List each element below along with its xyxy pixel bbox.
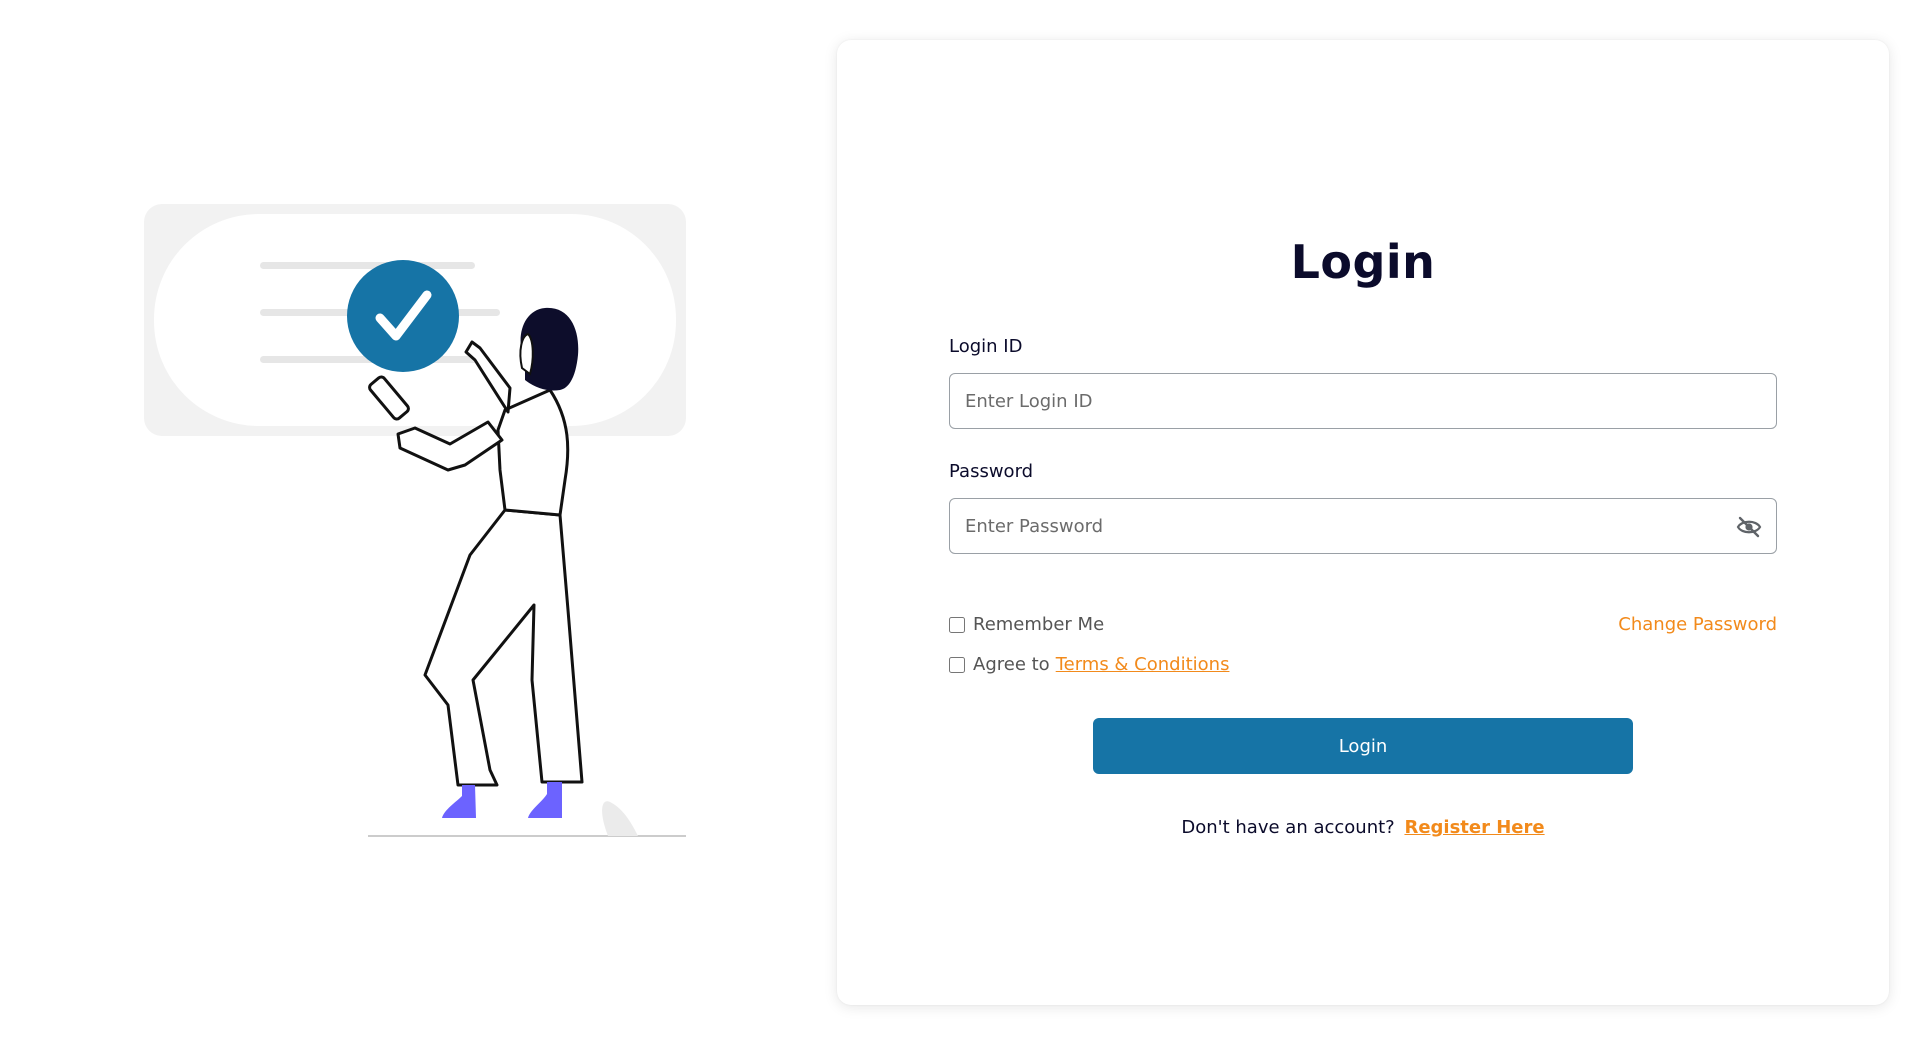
page-title: Login — [1290, 235, 1436, 289]
login-card: Login Login ID Password Remember Me Chan… — [837, 40, 1889, 1005]
terms-and-conditions-link[interactable]: Terms & Conditions — [1056, 654, 1230, 675]
eye-off-icon[interactable] — [1736, 515, 1762, 539]
password-label: Password — [949, 461, 1034, 482]
login-illustration — [130, 190, 700, 850]
password-input[interactable] — [950, 499, 1776, 553]
agree-terms-checkbox[interactable] — [949, 656, 965, 673]
password-field-wrapper — [949, 498, 1777, 554]
register-prompt-text: Don't have an account? — [1181, 817, 1395, 838]
remember-me-label: Remember Me — [973, 614, 1105, 635]
login-id-label: Login ID — [949, 336, 1023, 357]
register-prompt: Don't have an account? Register Here — [837, 817, 1889, 838]
login-id-input[interactable] — [950, 374, 1776, 428]
terms-row: Agree to Terms & Conditions — [949, 654, 1229, 675]
checkmark-circle-icon — [347, 260, 459, 372]
register-here-link[interactable]: Register Here — [1404, 817, 1544, 838]
remember-me-checkbox[interactable] — [949, 616, 965, 633]
remember-me-row: Remember Me — [949, 614, 1104, 635]
login-button[interactable]: Login — [1093, 718, 1633, 774]
login-id-field-wrapper — [949, 373, 1777, 429]
change-password-link[interactable]: Change Password — [1618, 614, 1777, 635]
person-with-checkmark-illustration — [144, 204, 686, 837]
agree-to-label: Agree to — [973, 654, 1050, 675]
